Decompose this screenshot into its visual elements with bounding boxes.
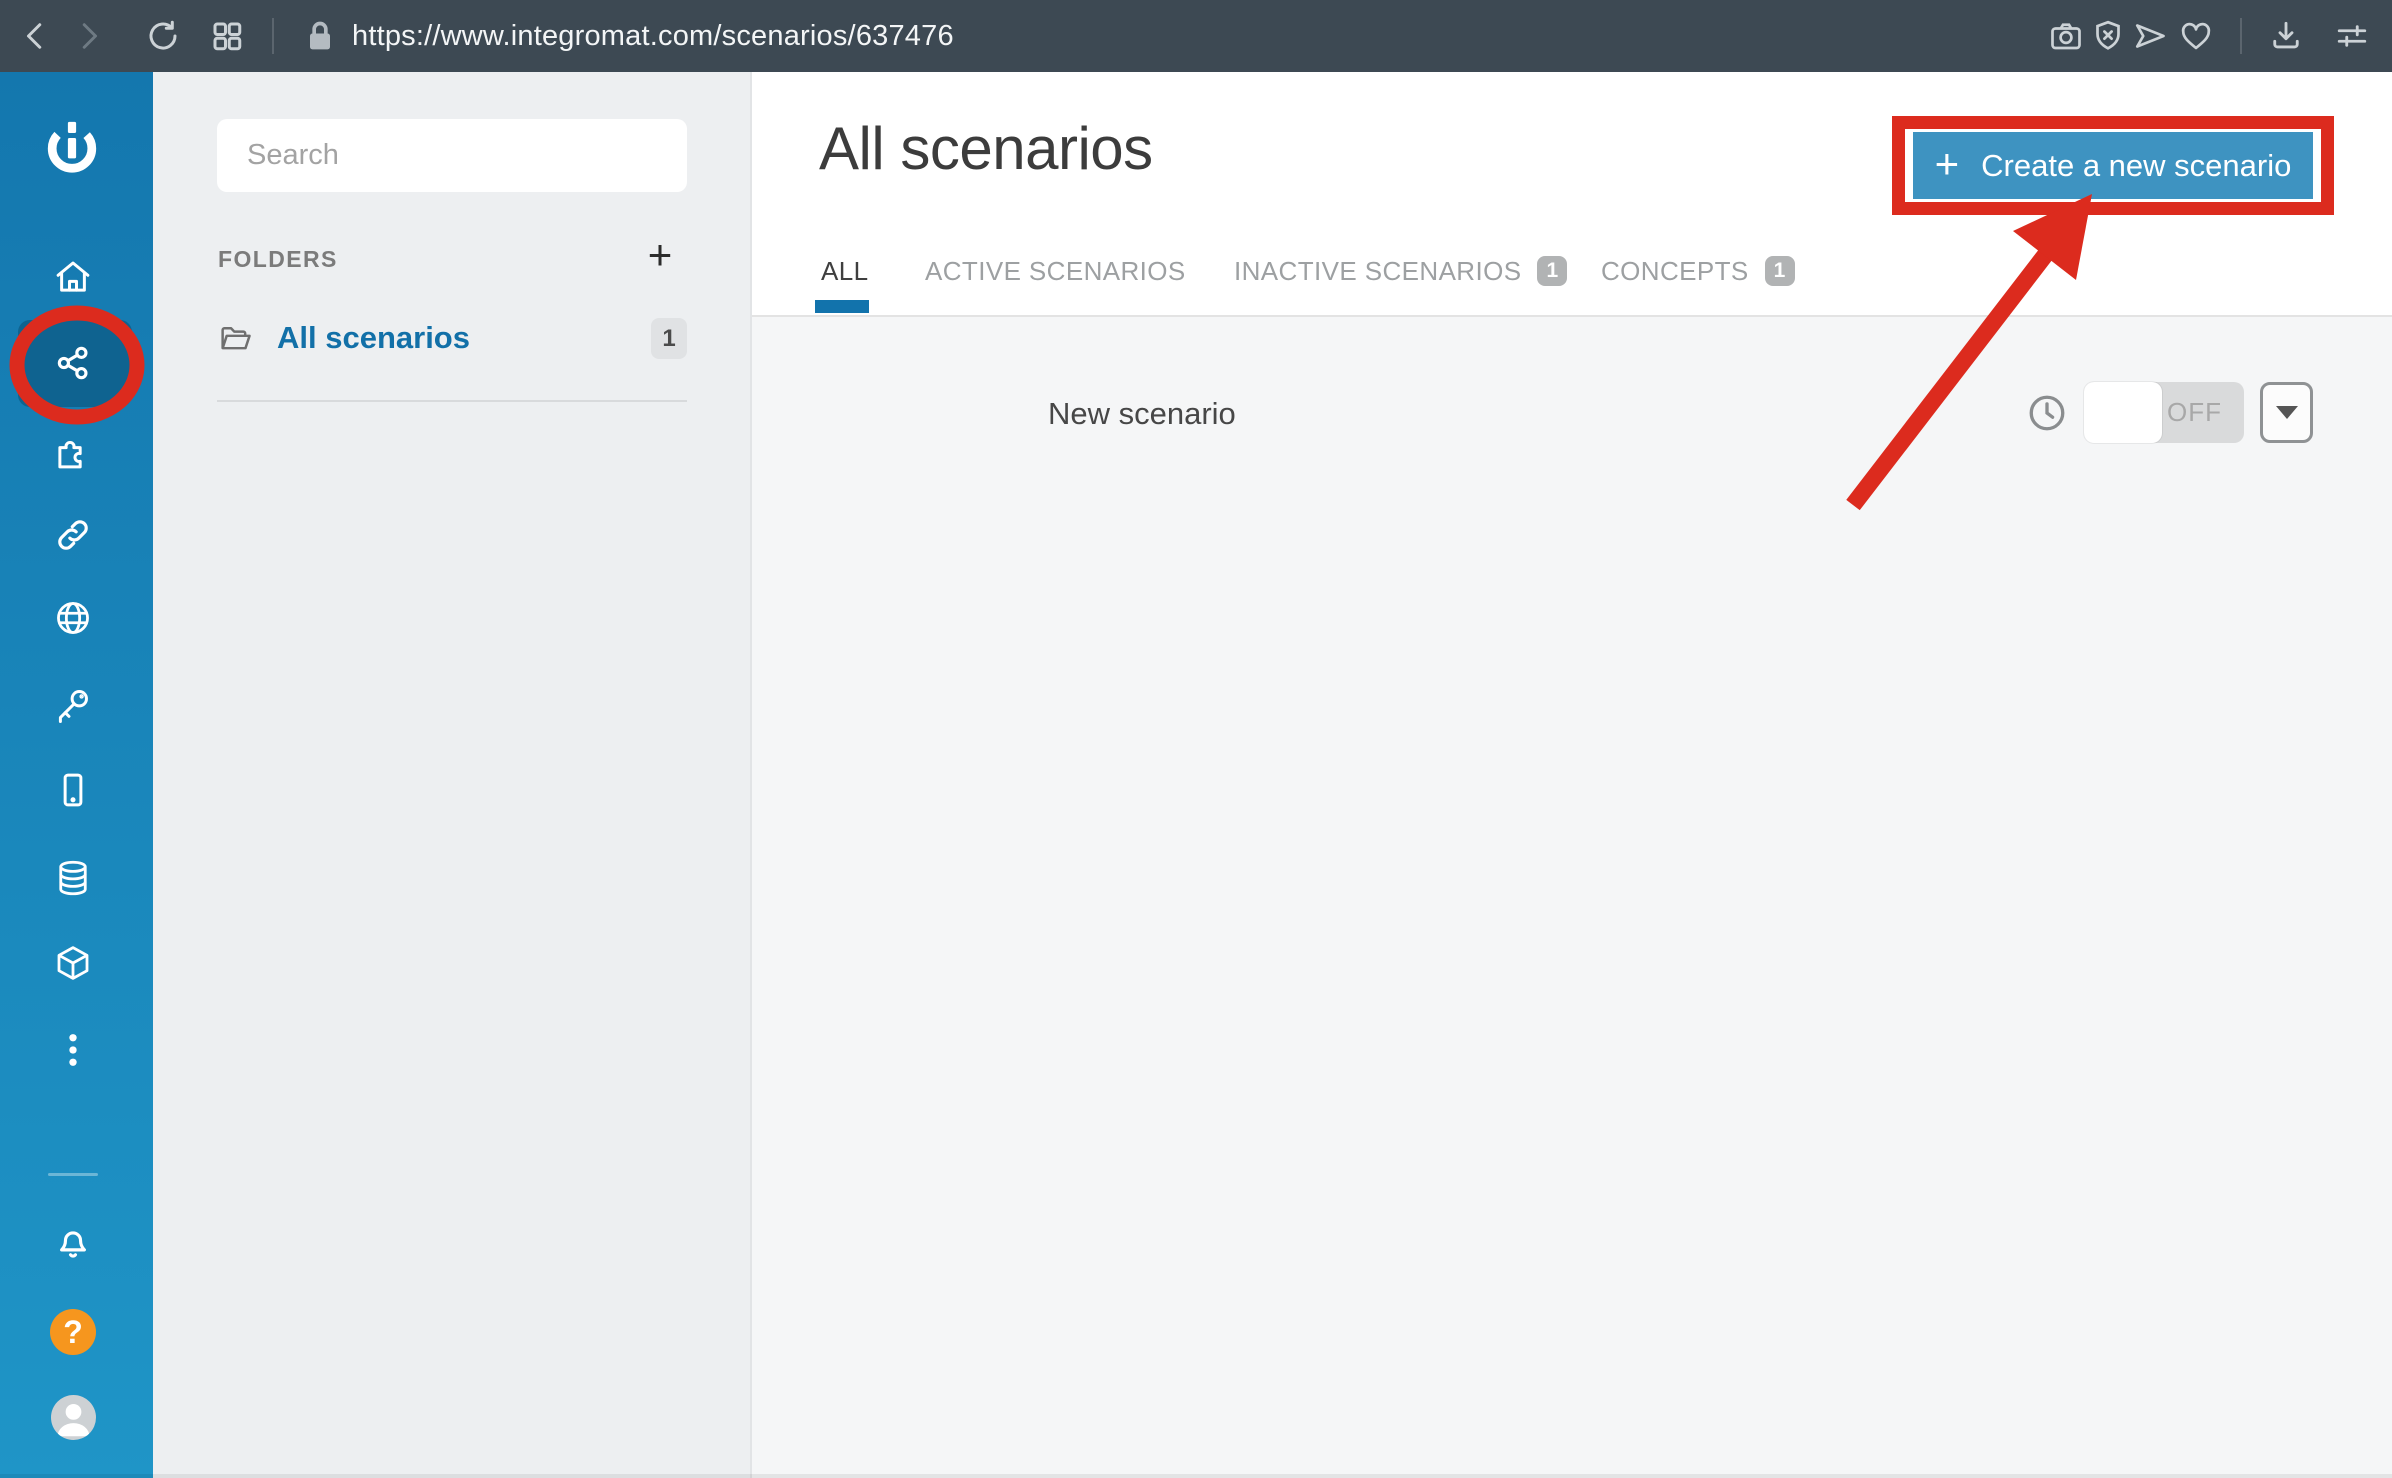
sidebar-item-dashboard[interactable]	[51, 255, 95, 299]
help-button[interactable]: ?	[50, 1309, 96, 1355]
ssl-lock-icon	[300, 16, 340, 56]
page-title: All scenarios	[819, 115, 1153, 182]
toggle-knob	[2084, 382, 2162, 443]
folders-panel: FOLDERS + All scenarios 1	[153, 72, 752, 1478]
window-bottom-edge	[0, 1474, 2392, 1478]
folders-divider	[217, 400, 687, 402]
sidebar-item-data-structures[interactable]	[51, 941, 95, 985]
tab-active-scenarios[interactable]: ACTIVE SCENARIOS	[925, 254, 1186, 288]
avatar[interactable]	[51, 1395, 96, 1440]
back-icon[interactable]	[16, 16, 56, 56]
scenario-options-dropdown[interactable]	[2260, 382, 2313, 443]
folder-item-all-scenarios[interactable]: All scenarios 1	[217, 312, 687, 364]
folder-open-icon	[221, 327, 251, 350]
folders-heading: FOLDERS	[218, 246, 338, 272]
folder-item-label: All scenarios	[277, 320, 470, 355]
primary-sidebar: ?	[0, 72, 153, 1478]
tab-inactive-scenarios[interactable]: INACTIVE SCENARIOS 1	[1234, 254, 1568, 288]
integromat-logo-icon[interactable]	[43, 118, 101, 176]
tab-count-badge: 1	[1764, 256, 1795, 286]
camera-icon[interactable]	[2046, 16, 2086, 56]
tab-count-badge: 1	[1537, 256, 1568, 286]
schedule-clock-icon	[2026, 392, 2068, 434]
tab-all[interactable]: ALL	[821, 254, 868, 288]
toolbar-separator	[2240, 18, 2242, 54]
toolbar-separator	[272, 18, 274, 54]
scenario-name: New scenario	[1048, 396, 1236, 431]
sidebar-item-templates[interactable]	[51, 430, 95, 474]
browser-toolbar: https://www.integromat.com/scenarios/637…	[0, 0, 2392, 72]
tab-overview-icon[interactable]	[207, 16, 247, 56]
sidebar-item-keys[interactable]	[51, 683, 95, 727]
scenario-toggle[interactable]: OFF	[2084, 382, 2244, 443]
create-scenario-label: Create a new scenario	[1981, 147, 2292, 183]
tab-label: ACTIVE SCENARIOS	[925, 255, 1186, 286]
chevron-down-icon	[2275, 406, 2298, 419]
shield-block-icon[interactable]	[2088, 16, 2128, 56]
notifications-bell-icon[interactable]	[51, 1220, 95, 1264]
sidebar-item-data-stores[interactable]	[51, 856, 95, 900]
sidebar-item-apps[interactable]	[51, 596, 95, 640]
tab-label: ALL	[821, 255, 869, 286]
active-tab-underline	[815, 300, 869, 313]
sidebar-item-devices[interactable]	[51, 768, 95, 812]
settings-sliders-icon[interactable]	[2332, 16, 2372, 56]
tab-label: INACTIVE SCENARIOS	[1234, 255, 1522, 286]
scenario-row[interactable]: New scenario OFF	[752, 372, 2392, 454]
annotation-highlight-box: + Create a new scenario	[1892, 116, 2334, 215]
forward-icon[interactable]	[68, 16, 108, 56]
download-icon[interactable]	[2266, 16, 2306, 56]
reload-icon[interactable]	[143, 16, 183, 56]
sidebar-item-scenarios[interactable]	[51, 341, 95, 385]
toggle-state-label: OFF	[2167, 397, 2222, 427]
folder-count-badge: 1	[651, 318, 687, 359]
main-content: All scenarios + Create a new scenario AL…	[752, 72, 2392, 1478]
sidebar-item-more[interactable]	[51, 1028, 95, 1072]
address-bar[interactable]: https://www.integromat.com/scenarios/637…	[352, 0, 954, 72]
heart-icon[interactable]	[2176, 16, 2216, 56]
sidebar-item-webhooks[interactable]	[51, 513, 95, 557]
tab-concepts[interactable]: CONCEPTS 1	[1601, 254, 1795, 288]
main-header: All scenarios + Create a new scenario AL…	[752, 72, 2392, 317]
page: https://www.integromat.com/scenarios/637…	[0, 0, 2392, 1478]
search-input[interactable]	[217, 119, 687, 192]
sidebar-divider	[48, 1173, 98, 1176]
tab-label: CONCEPTS	[1601, 255, 1749, 286]
create-scenario-button[interactable]: + Create a new scenario	[1913, 132, 2313, 199]
help-label: ?	[63, 1313, 83, 1350]
send-icon[interactable]	[2130, 16, 2170, 56]
add-folder-button[interactable]: +	[633, 228, 687, 282]
